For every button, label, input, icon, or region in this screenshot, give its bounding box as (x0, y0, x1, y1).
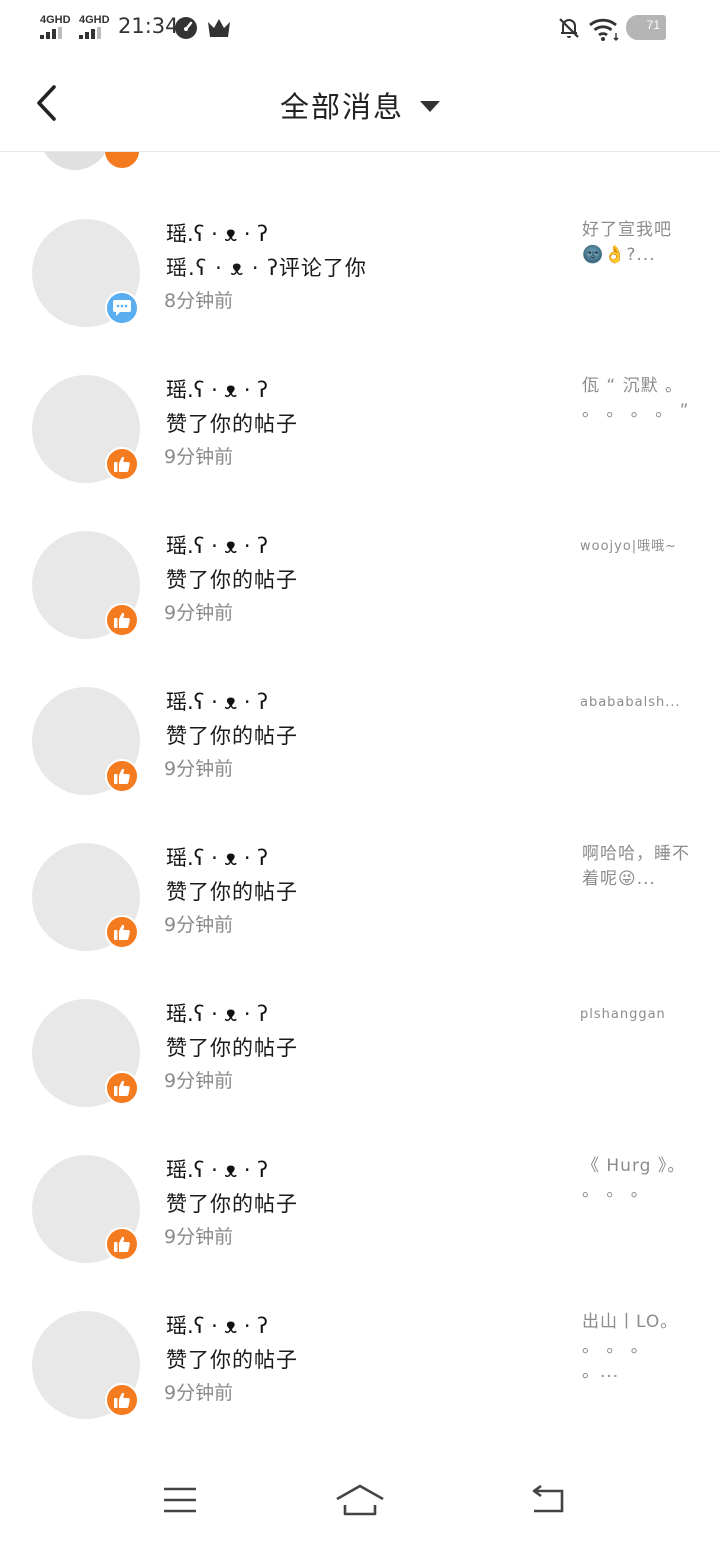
home-icon (336, 1484, 384, 1516)
message-time: 9分钟前 (164, 446, 234, 468)
message-time: 8分钟前 (164, 290, 234, 312)
page-title: 全部消息 (279, 90, 404, 124)
post-preview[interactable]: 啊哈哈，睡不着呢😜... (582, 842, 692, 892)
battery-level: 71 (646, 18, 660, 32)
avatar[interactable] (40, 152, 110, 170)
thumbs-up-icon (105, 1071, 139, 1105)
thumbs-up-icon (105, 603, 139, 637)
message-item[interactable]: 瑶.ʕ · ᴥ · ʔ 赞了你的帖子 9分钟前 啊哈哈，睡不着呢😜... (0, 826, 720, 982)
bell-off-icon (557, 16, 581, 44)
thumbs-up-icon (105, 759, 139, 793)
network-type-label: 4GHD (79, 14, 110, 26)
sender-nickname[interactable]: 瑶.ʕ · ᴥ · ʔ (166, 1310, 268, 1340)
message-filter-dropdown[interactable]: 全部消息 (0, 84, 720, 126)
speedometer-icon (174, 16, 198, 44)
network-type-label: 4GHD (40, 14, 71, 26)
return-button[interactable] (518, 1480, 578, 1520)
status-time: 21:34 (118, 14, 179, 38)
sender-nickname[interactable]: 瑶.ʕ · ᴥ · ʔ (166, 686, 268, 716)
message-item[interactable]: 瑶.ʕ · ᴥ · ʔ 赞了你的帖子 9分钟前 plshanggan (0, 982, 720, 1138)
post-preview[interactable]: abababalsh... (580, 690, 700, 715)
post-preview[interactable]: 佤 “ 沉默 。 。 。 。 。 ” (582, 374, 692, 424)
message-time: 9分钟前 (164, 758, 234, 780)
crown-icon (207, 17, 231, 43)
sender-nickname[interactable]: 瑶.ʕ · ᴥ · ʔ (166, 374, 268, 404)
message-item[interactable]: 瑶.ʕ · ᴥ · ʔ 瑶.ʕ · ᴥ · ʔ评论了你 8分钟前 好了宣我吧🌚👌… (0, 202, 720, 358)
sender-nickname[interactable]: 瑶.ʕ · ᴥ · ʔ (166, 998, 268, 1028)
post-preview[interactable]: 好了宣我吧🌚👌?... (582, 218, 692, 268)
sender-nickname[interactable]: 瑶.ʕ · ᴥ · ʔ (166, 842, 268, 872)
menu-button[interactable] (150, 1480, 210, 1520)
message-item[interactable]: 瑶.ʕ · ᴥ · ʔ 赞了你的帖子 9分钟前 出山丨LO。 。 。 。 。..… (0, 1294, 720, 1450)
wifi-icon (588, 16, 620, 46)
battery-icon: 71 (626, 15, 666, 40)
message-time: 9分钟前 (164, 602, 234, 624)
sender-nickname[interactable]: 瑶.ʕ · ᴥ · ʔ (166, 218, 268, 248)
message-action: 赞了你的帖子 (166, 724, 298, 748)
message-action: 赞了你的帖子 (166, 1192, 298, 1216)
message-time: 9分钟前 (164, 914, 234, 936)
message-list[interactable]: 瑶.ʕ · ᴥ · ʔ 瑶.ʕ · ᴥ · ʔ评论了你 8分钟前 好了宣我吧🌚👌… (0, 152, 720, 1452)
thumbs-up-icon (105, 152, 139, 168)
message-item[interactable]: 瑶.ʕ · ᴥ · ʔ 赞了你的帖子 9分钟前 abababalsh... (0, 670, 720, 826)
message-action: 赞了你的帖子 (166, 1036, 298, 1060)
menu-icon (164, 1487, 196, 1513)
top-bar: 全部消息 (0, 56, 720, 152)
home-button[interactable] (330, 1480, 390, 1520)
message-item[interactable]: 瑶.ʕ · ᴥ · ʔ 赞了你的帖子 9分钟前 《 Hurg 》。 。 。 。 (0, 1138, 720, 1294)
return-icon (532, 1485, 564, 1513)
message-action: 赞了你的帖子 (166, 412, 298, 436)
message-item[interactable]: 瑶.ʕ · ᴥ · ʔ 赞了你的帖子 9分钟前 woojyo|哦哦~ (0, 514, 720, 670)
message-action: 赞了你的帖子 (166, 1348, 298, 1372)
message-item[interactable]: 瑶.ʕ · ᴥ · ʔ 赞了你的帖子 9分钟前 佤 “ 沉默 。 。 。 。 。… (0, 358, 720, 514)
sender-nickname[interactable]: 瑶.ʕ · ᴥ · ʔ (166, 1154, 268, 1184)
post-preview[interactable]: 出山丨LO。 。 。 。 。... (582, 1310, 692, 1385)
message-time: 9分钟前 (164, 1382, 234, 1404)
thumbs-up-icon (105, 915, 139, 949)
message-time: 9分钟前 (164, 1226, 234, 1248)
message-time: 9分钟前 (164, 1070, 234, 1092)
thumbs-up-icon (105, 447, 139, 481)
post-preview[interactable]: plshanggan (580, 1002, 700, 1027)
sender-nickname[interactable]: 瑶.ʕ · ᴥ · ʔ (166, 530, 268, 560)
system-nav-bar (0, 1452, 720, 1544)
signal-icon: 4GHD (40, 14, 71, 39)
signal-icon: 4GHD (79, 14, 110, 39)
thumbs-up-icon (105, 1383, 139, 1417)
post-preview[interactable]: woojyo|哦哦~ (580, 534, 700, 559)
comment-icon (105, 291, 139, 325)
message-action: 赞了你的帖子 (166, 568, 298, 592)
status-bar: 4GHD 4GHD 21:34 71 (0, 0, 720, 56)
thumbs-up-icon (105, 1227, 139, 1261)
message-action: 赞了你的帖子 (166, 880, 298, 904)
caret-down-icon (420, 101, 440, 112)
message-action: 瑶.ʕ · ᴥ · ʔ评论了你 (166, 256, 367, 280)
post-preview[interactable]: 《 Hurg 》。 。 。 。 (582, 1154, 692, 1204)
